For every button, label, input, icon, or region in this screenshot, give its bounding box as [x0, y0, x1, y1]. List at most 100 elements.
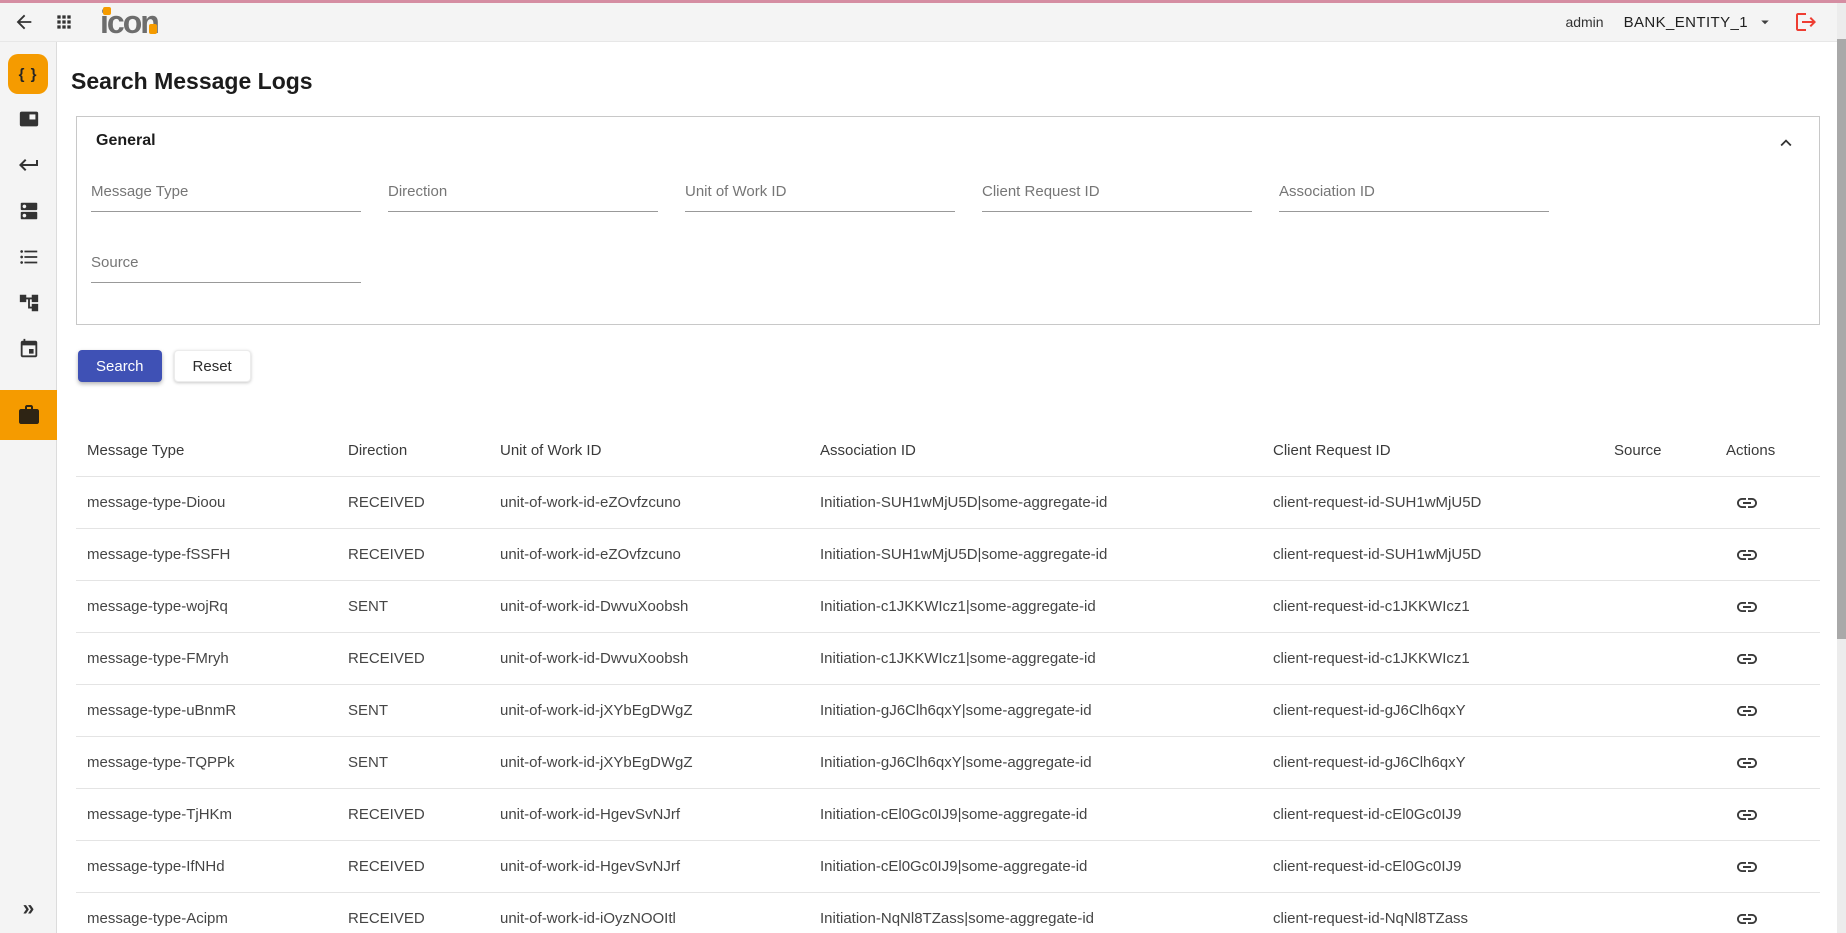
- back-button[interactable]: [12, 10, 36, 34]
- topbar: icon admin BANK_ENTITY_1: [0, 3, 1846, 42]
- view-link-button[interactable]: [1726, 803, 1759, 827]
- cell-client-request-id: client-request-id-SUH1wMjU5D: [1273, 494, 1614, 511]
- cell-client-request-id: client-request-id-c1JKKWIcz1: [1273, 598, 1614, 615]
- col-header-client-request-id: Client Request ID: [1273, 442, 1614, 459]
- view-link-button[interactable]: [1726, 699, 1759, 723]
- main-content: Search Message Logs General Search Reset…: [57, 42, 1846, 933]
- cell-client-request-id: client-request-id-gJ6Clh6qxY: [1273, 754, 1614, 771]
- cell-direction: RECEIVED: [348, 650, 500, 667]
- cell-actions: [1726, 543, 1820, 567]
- sidebar-item-calendar[interactable]: [0, 326, 57, 372]
- client-request-id-input[interactable]: [982, 182, 1252, 212]
- table-header-row: Message Type Direction Unit of Work ID A…: [76, 425, 1820, 477]
- cell-actions: [1726, 855, 1820, 879]
- filter-panel-header[interactable]: General: [91, 131, 1799, 151]
- scrollbar-thumb[interactable]: [1837, 39, 1846, 639]
- sidebar-expand-button[interactable]: »: [0, 899, 57, 919]
- vertical-scrollbar[interactable]: [1837, 3, 1846, 933]
- cell-unit-of-work-id: unit-of-work-id-jXYbEgDWgZ: [500, 702, 820, 719]
- link-icon: [1735, 491, 1759, 515]
- sidebar-item-servers[interactable]: [0, 188, 57, 234]
- sidebar-item-message-logs[interactable]: [0, 390, 57, 440]
- cell-direction: SENT: [348, 598, 500, 615]
- cell-direction: SENT: [348, 702, 500, 719]
- cell-actions: [1726, 907, 1820, 931]
- logo-accent-tip: [149, 24, 157, 34]
- sidebar: { } »: [0, 42, 57, 933]
- logout-button[interactable]: [1794, 10, 1818, 34]
- cell-direction: RECEIVED: [348, 546, 500, 563]
- cell-client-request-id: client-request-id-cEl0Gc0IJ9: [1273, 858, 1614, 875]
- sidebar-item-return[interactable]: [0, 142, 57, 188]
- unit-of-work-id-input[interactable]: [685, 182, 955, 212]
- direction-input[interactable]: [388, 182, 658, 212]
- col-header-message-type: Message Type: [76, 442, 348, 459]
- col-header-direction: Direction: [348, 442, 500, 459]
- table-row: message-type-wojRq SENT unit-of-work-id-…: [76, 581, 1820, 633]
- view-link-button[interactable]: [1726, 751, 1759, 775]
- cell-direction: RECEIVED: [348, 806, 500, 823]
- keyboard-return-icon: [17, 153, 41, 177]
- cell-actions: [1726, 751, 1820, 775]
- tree-icon: [18, 292, 40, 314]
- cell-client-request-id: client-request-id-gJ6Clh6qxY: [1273, 702, 1614, 719]
- results-table: Message Type Direction Unit of Work ID A…: [76, 425, 1820, 933]
- apps-grid-button[interactable]: [52, 10, 76, 34]
- cell-association-id: Initiation-cEl0Gc0IJ9|some-aggregate-id: [820, 806, 1273, 823]
- cell-association-id: Initiation-SUH1wMjU5D|some-aggregate-id: [820, 494, 1273, 511]
- topbar-right: admin BANK_ENTITY_1: [1565, 10, 1818, 34]
- bullet-list-icon: [18, 246, 40, 268]
- link-icon: [1735, 647, 1759, 671]
- reset-button[interactable]: Reset: [174, 350, 251, 382]
- cell-unit-of-work-id: unit-of-work-id-DwvuXoobsh: [500, 650, 820, 667]
- dns-server-icon: [18, 200, 40, 222]
- source-input[interactable]: [91, 253, 361, 283]
- sidebar-item-code-module[interactable]: { }: [8, 54, 48, 94]
- username-label: admin: [1565, 14, 1603, 30]
- filter-fields-row-2: [91, 253, 1799, 283]
- filter-panel-title: General: [96, 131, 156, 151]
- table-row: message-type-IfNHd RECEIVED unit-of-work…: [76, 841, 1820, 893]
- cell-association-id: Initiation-SUH1wMjU5D|some-aggregate-id: [820, 546, 1273, 563]
- cell-unit-of-work-id: unit-of-work-id-iOyzNOOItl: [500, 910, 820, 927]
- apps-grid-icon: [54, 12, 74, 32]
- view-link-button[interactable]: [1726, 595, 1759, 619]
- sidebar-item-list[interactable]: [0, 234, 57, 280]
- cell-message-type: message-type-TQPPk: [76, 754, 348, 771]
- view-link-button[interactable]: [1726, 647, 1759, 671]
- table-row: message-type-TjHKm RECEIVED unit-of-work…: [76, 789, 1820, 841]
- view-link-button[interactable]: [1726, 543, 1759, 567]
- link-icon: [1735, 543, 1759, 567]
- cell-unit-of-work-id: unit-of-work-id-DwvuXoobsh: [500, 598, 820, 615]
- cell-client-request-id: client-request-id-NqNl8TZass: [1273, 910, 1614, 927]
- link-icon: [1735, 595, 1759, 619]
- collapse-panel-button[interactable]: [1775, 132, 1797, 157]
- association-id-input[interactable]: [1279, 182, 1549, 212]
- cell-message-type: message-type-Dioou: [76, 494, 348, 511]
- view-link-button[interactable]: [1726, 855, 1759, 879]
- arrow-back-icon: [13, 11, 35, 33]
- cell-message-type: message-type-uBnmR: [76, 702, 348, 719]
- cell-unit-of-work-id: unit-of-work-id-jXYbEgDWgZ: [500, 754, 820, 771]
- table-row: message-type-Dioou RECEIVED unit-of-work…: [76, 477, 1820, 529]
- app-logo[interactable]: icon: [100, 5, 158, 39]
- search-button[interactable]: Search: [78, 350, 162, 382]
- entity-selector[interactable]: BANK_ENTITY_1: [1624, 13, 1774, 31]
- chevron-up-icon: [1775, 132, 1797, 154]
- cell-unit-of-work-id: unit-of-work-id-eZOvfzcuno: [500, 546, 820, 563]
- cell-association-id: Initiation-gJ6Clh6qxY|some-aggregate-id: [820, 754, 1273, 771]
- cell-message-type: message-type-wojRq: [76, 598, 348, 615]
- cell-direction: RECEIVED: [348, 858, 500, 875]
- entity-name: BANK_ENTITY_1: [1624, 14, 1748, 31]
- cell-association-id: Initiation-gJ6Clh6qxY|some-aggregate-id: [820, 702, 1273, 719]
- link-icon: [1735, 751, 1759, 775]
- col-header-unit-of-work-id: Unit of Work ID: [500, 442, 820, 459]
- link-icon: [1735, 855, 1759, 879]
- sidebar-item-tree[interactable]: [0, 280, 57, 326]
- view-link-button[interactable]: [1726, 491, 1759, 515]
- double-chevron-right-icon: »: [23, 897, 35, 920]
- view-link-button[interactable]: [1726, 907, 1759, 931]
- sidebar-item-cards[interactable]: [0, 96, 57, 142]
- message-type-input[interactable]: [91, 182, 361, 212]
- filter-panel: General: [76, 116, 1820, 325]
